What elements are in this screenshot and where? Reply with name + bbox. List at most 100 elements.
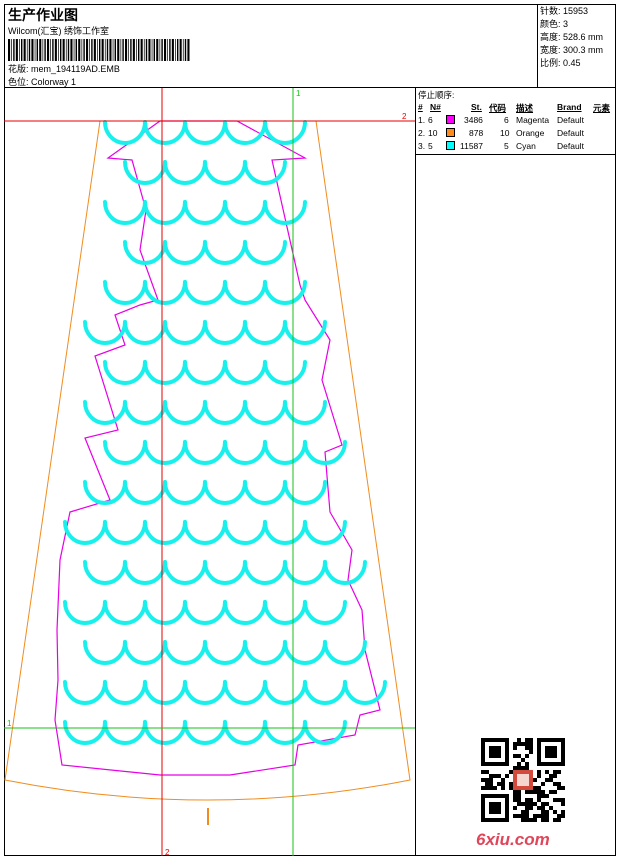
scale-arc [243, 160, 287, 185]
qr-module [493, 786, 497, 790]
qr-module [513, 814, 517, 818]
barcode-bar [89, 39, 90, 61]
stat-stitches: 针数: 15953 [540, 6, 589, 16]
barcode-bar [15, 39, 18, 61]
scale-arc [283, 560, 327, 585]
qr-module [525, 754, 529, 758]
qr-module [501, 782, 505, 786]
qr-module [489, 778, 493, 782]
scale-arc [163, 640, 207, 665]
qr-module [521, 802, 525, 806]
scale-arc [323, 560, 367, 585]
qr-module [513, 746, 517, 750]
col-header-desc: 描述 [516, 103, 534, 113]
qr-module [557, 818, 561, 822]
barcode-bar [167, 39, 168, 61]
qr-module [485, 786, 489, 790]
qr-module [533, 786, 537, 790]
design-file-row: 花版: mem_194119AD.EMB [8, 62, 120, 75]
barcode-bar [136, 39, 137, 61]
barcode-bar [184, 39, 187, 61]
qr-module [533, 790, 537, 794]
qr-module [541, 814, 545, 818]
barcode-bar [179, 39, 182, 61]
scale-arc [223, 720, 267, 745]
scale-arc [303, 680, 347, 705]
scale-arc [323, 640, 367, 665]
qr-module [545, 818, 549, 822]
qr-code [481, 738, 565, 822]
qr-module [517, 754, 521, 758]
qr-module [553, 782, 557, 786]
qr-module [533, 802, 537, 806]
scale-arc [183, 680, 227, 705]
qr-module [525, 798, 529, 802]
guide-label-v1: 1 [296, 89, 301, 98]
barcode-bar [78, 39, 81, 61]
qr-module [517, 790, 521, 794]
barcode-bar [122, 39, 124, 61]
qr-module [549, 778, 553, 782]
scale-arc [143, 200, 187, 225]
barcode-bar [164, 39, 167, 61]
barcode-bar [73, 39, 75, 61]
barcode-bar [117, 39, 120, 61]
qr-module [561, 802, 565, 806]
qr-module [537, 814, 541, 818]
qr-module [553, 818, 557, 822]
scale-arc [283, 320, 327, 345]
scale-arc [143, 520, 187, 545]
qr-module [509, 782, 513, 786]
qr-module [501, 778, 505, 782]
barcode-bar [47, 39, 50, 61]
barcode-bar [97, 39, 98, 61]
barcode-bar [171, 39, 174, 61]
scale-arc [123, 560, 167, 585]
qr-module [545, 810, 549, 814]
scale-arc [203, 160, 247, 185]
barcode-bar [75, 39, 77, 61]
scale-arc [103, 600, 147, 625]
col-header-num: # [418, 102, 423, 112]
company-name: Wilcom(汇宝) 绣饰工作室 [8, 26, 109, 36]
scale-arc [63, 600, 107, 625]
barcode-bar [93, 39, 96, 61]
qr-module [517, 814, 521, 818]
barcode-bar [8, 39, 11, 61]
barcode-bar [70, 39, 73, 61]
qr-module [561, 798, 565, 802]
qr-module [545, 746, 557, 758]
qr-module [553, 774, 557, 778]
scale-arc [143, 680, 187, 705]
qr-module [521, 766, 525, 770]
scale-arc [263, 720, 307, 745]
barcode-bar [23, 39, 26, 61]
header: 生产作业图 Wilcom(汇宝) 绣饰工作室 花版: mem_194119AD.… [4, 4, 616, 88]
qr-module [545, 778, 549, 782]
scale-arc [263, 600, 307, 625]
qr-module [549, 774, 553, 778]
qr-module [517, 766, 521, 770]
qr-module [529, 738, 533, 742]
stat-width: 宽度: 300.3 mm [540, 45, 604, 55]
scale-arc [83, 480, 127, 505]
barcode-bar [175, 39, 176, 61]
stop-row: 2. 10 878 10 Orange Default [418, 128, 584, 138]
scale-arc [123, 320, 167, 345]
barcode-bar [156, 39, 159, 61]
barcode-bar [13, 39, 15, 61]
scale-arc [203, 640, 247, 665]
scale-arc [223, 440, 267, 465]
qr-module [537, 794, 541, 798]
qr-module [541, 782, 545, 786]
qr-module [513, 806, 517, 810]
qr-module [533, 818, 537, 822]
color-swatch [446, 141, 455, 150]
scale-arc [263, 440, 307, 465]
qr-module [517, 802, 521, 806]
scale-arc [203, 480, 247, 505]
col-header-stitches: St. [471, 102, 482, 112]
scale-arc [243, 560, 287, 585]
qr-module [485, 782, 489, 786]
scale-arc [183, 200, 227, 225]
